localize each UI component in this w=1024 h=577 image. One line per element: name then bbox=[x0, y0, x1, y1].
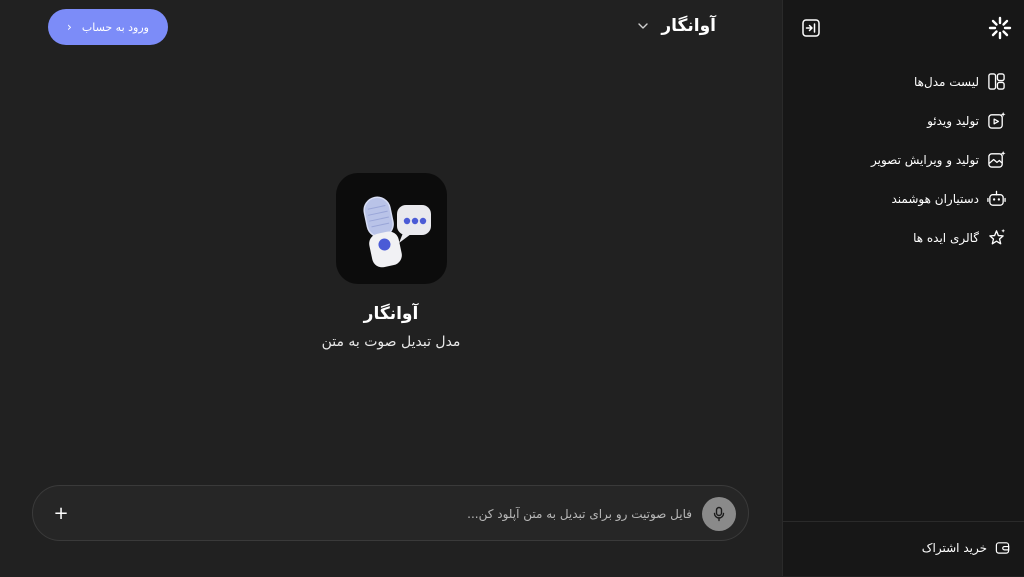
model-title: آوانگار bbox=[363, 304, 419, 324]
buy-subscription-button[interactable]: خرید اشتراک bbox=[922, 540, 1010, 555]
add-attachment-button[interactable]: + bbox=[49, 501, 73, 525]
sidebar-item-label: گالری ایده ها bbox=[913, 230, 979, 245]
star-sparkle-icon bbox=[989, 228, 1006, 245]
image-sparkle-icon bbox=[988, 150, 1006, 168]
message-composer: + bbox=[32, 485, 749, 541]
buy-subscription-label: خرید اشتراک bbox=[921, 540, 987, 555]
sidebar-item-label: لیست مدل‌ها bbox=[913, 74, 979, 89]
sidebar-nav: لیست مدل‌ها تولید ویدئو تولید و ویرایش ت… bbox=[806, 62, 1006, 257]
model-name: آوانگار bbox=[661, 16, 716, 36]
login-button[interactable]: ورود به حساب ‹ bbox=[48, 9, 168, 45]
model-subtitle: مدل تبدیل صوت به متن bbox=[321, 334, 461, 350]
model-selector[interactable]: آوانگار bbox=[637, 12, 716, 40]
sidebar-item-gallery[interactable]: گالری ایده ها bbox=[806, 218, 1006, 257]
sidebar-item-label: تولید ویدئو bbox=[927, 113, 979, 128]
chevron-down-icon bbox=[638, 23, 649, 29]
microphone-button[interactable] bbox=[702, 497, 736, 531]
video-sparkle-icon bbox=[988, 111, 1006, 129]
message-input[interactable] bbox=[130, 500, 694, 528]
sidebar-item-label: تولید و ویرایش تصویر bbox=[871, 152, 979, 167]
collapse-sidebar-icon[interactable] bbox=[801, 18, 821, 38]
logo-icon bbox=[988, 16, 1012, 40]
sidebar-item-model-list[interactable]: لیست مدل‌ها bbox=[806, 62, 1006, 101]
layout-grid-icon bbox=[988, 73, 1005, 90]
main-area: ورود به حساب ‹ آوانگار آوانگار مدل تبدیل… bbox=[0, 0, 782, 576]
microphone-icon bbox=[713, 506, 725, 522]
sidebar-item-assistants[interactable]: دستیاران هوشمند bbox=[806, 179, 1006, 218]
microphone-chat-icon bbox=[335, 173, 447, 284]
robot-icon bbox=[987, 190, 1006, 206]
model-intro: آوانگار مدل تبدیل صوت به متن bbox=[0, 173, 782, 350]
chevron-left-icon: ‹ bbox=[67, 20, 72, 34]
sidebar-item-video[interactable]: تولید ویدئو bbox=[806, 101, 1006, 140]
sidebar: لیست مدل‌ها تولید ویدئو تولید و ویرایش ت… bbox=[782, 0, 1024, 576]
wallet-icon bbox=[995, 542, 1010, 554]
sidebar-footer: خرید اشتراک bbox=[783, 521, 1024, 577]
sidebar-item-image[interactable]: تولید و ویرایش تصویر bbox=[806, 140, 1006, 179]
login-button-label: ورود به حساب bbox=[81, 20, 149, 34]
sidebar-item-label: دستیاران هوشمند bbox=[891, 191, 980, 206]
